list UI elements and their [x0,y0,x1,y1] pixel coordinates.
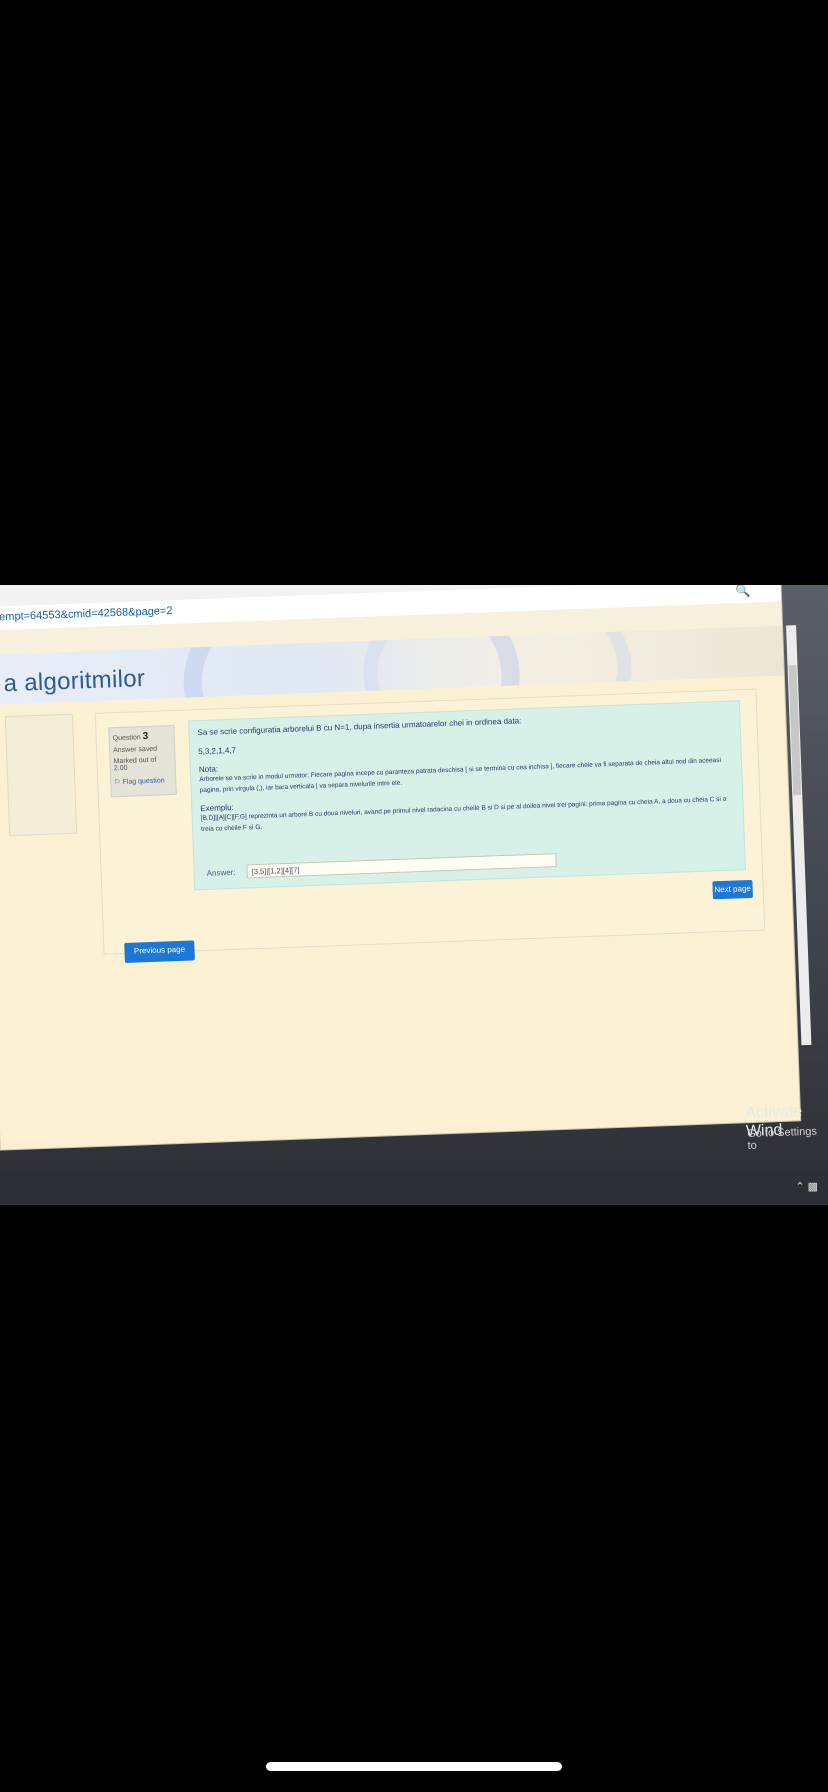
answer-input[interactable]: [3,5]|[1,2][4][7] [246,853,557,879]
search-icon[interactable]: 🔍 [736,585,751,598]
max-mark: 2.00 [113,764,128,773]
question-number: 3 [142,730,149,743]
answer-row: Answer: [3,5]|[1,2][4][7] [206,853,557,879]
previous-page-button[interactable]: Previous page [124,940,195,963]
question-status: Answer saved [113,745,158,755]
home-indicator[interactable] [266,1762,562,1771]
next-page-button[interactable]: Next page [712,879,753,900]
url-text[interactable]: empt=64553&cmid=42568&page=2 [0,605,173,623]
question-label: Question [112,734,141,743]
question-panel: Question 3 Answer saved Marked out of 2.… [94,688,766,963]
flag-question-label: Flag question [122,777,165,786]
question-content: Sa se scrie configuratia arborelui B cu … [188,700,746,891]
left-navigation-block [4,713,78,837]
answer-label: Answer: [206,867,236,878]
desktop: – □ ✕ empt=64553&cmid=42568&page=2 🔍 a a… [0,585,828,1205]
site-title: a algoritmilor [3,665,146,698]
flag-question-link[interactable]: ⚐ Flag question [114,776,172,786]
flag-icon: ⚐ [114,778,121,787]
question-info: Question 3 Answer saved Marked out of 2.… [108,724,177,798]
activate-windows-subtitle: Go to Settings to [747,1125,818,1152]
chevron-up-icon[interactable]: ⌃ ▩ [795,1180,818,1193]
browser-window: – □ ✕ empt=64553&cmid=42568&page=2 🔍 a a… [0,585,812,1150]
